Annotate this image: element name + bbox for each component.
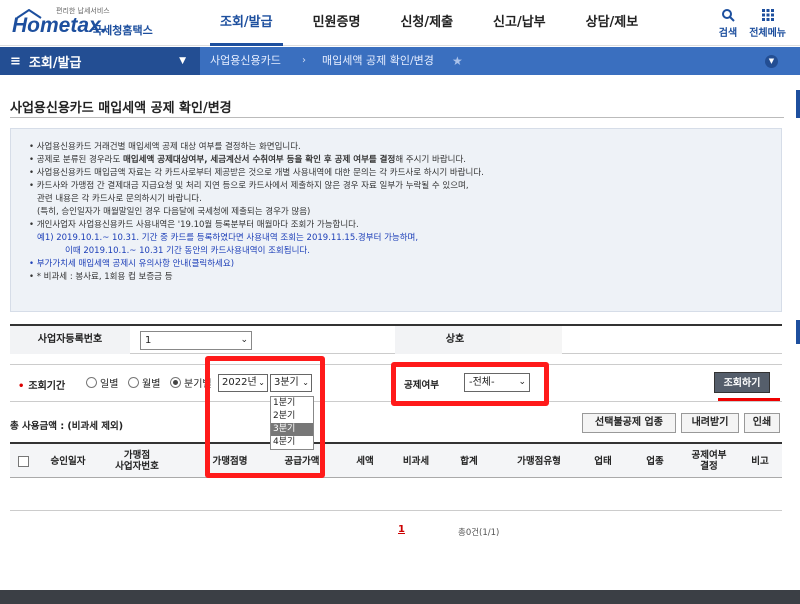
col-deduct-decision: 공제여부 결정 [691, 450, 727, 472]
notice-line: 관련 내용은 각 카드사로 문의하시기 바랍니다. [37, 194, 202, 204]
notice-emphasis: 매입세액 공제대상여부, 세금계산서 수취여부 등을 확인 후 공제 여부를 결… [123, 155, 396, 165]
total-amount-label: 총 사용금액 : (비과세 제외) [10, 421, 124, 432]
annotation-underline [718, 398, 780, 401]
search-submit-button[interactable]: 조회하기 [714, 372, 770, 393]
side-scroll-indicator [796, 90, 800, 118]
search-button[interactable]: 검색 [719, 8, 737, 39]
notice-text: • 공제로 분류된 경우라도 [29, 155, 124, 165]
favorite-star-icon[interactable]: ★ [452, 54, 463, 68]
vat-notice-link[interactable]: • 부가가치세 매입세액 공제시 유의사항 안내(클릭하세요) [29, 258, 781, 271]
nav-section-dropdown[interactable]: ≡ 조회/발급 ▼ [0, 47, 200, 75]
notice-line: • 카드사와 가맹점 간 결제대금 지급요청 및 처리 지연 등으로 카드사에서… [29, 181, 469, 191]
col-merchant-bizno: 가맹점 사업자번호 [115, 450, 159, 472]
search-label: 검색 [718, 28, 738, 39]
notice-line: • 사업용신용카드 거래건별 매입세액 공제 대상 여부를 결정하는 화면입니다… [29, 142, 301, 152]
notice-text: 해 주시기 바랍니다. [395, 155, 466, 165]
title-divider [10, 117, 784, 118]
notice-example: 예1) 2019.10.1.~ 10.31. 기간 중 카드를 등록하였다면 사… [37, 233, 419, 243]
select-nondeduct-button[interactable]: 선택불공제 업종 [582, 413, 676, 433]
hometax-logo[interactable]: 편리한 납세서비스 Hometax. 국세청홈택스 [12, 6, 162, 40]
radio-circle-checked-icon [170, 377, 181, 388]
caret-down-icon: ▼ [179, 56, 186, 66]
expand-circle-icon[interactable]: ▼ [765, 55, 778, 68]
menu-apply-submit[interactable]: 신청/제출 [380, 0, 473, 46]
hamburger-icon: ≡ [10, 53, 21, 69]
top-icons: 검색 전체메뉴 [719, 8, 786, 39]
radio-monthly-label: 월별 [142, 379, 161, 390]
main-menu: 조회/발급 민원증명 신청/제출 신고/납부 상담/제보 [200, 0, 658, 46]
company-name-value [510, 326, 562, 354]
results-table-header: 승인일자 가맹점 사업자번호 가맹점명 공급가액 세액 비과세 합계 가맹점유형… [10, 442, 782, 478]
col-tax: 세액 [356, 455, 374, 467]
period-label: • 조회기간 [18, 377, 65, 392]
col-approval-date: 승인일자 [50, 455, 86, 467]
notice-example: 이때 2019.10.1.~ 10.31 기간 동안의 카드사용내역이 조회됩니… [65, 246, 310, 256]
col-industry: 업종 [646, 455, 664, 467]
breadcrumb-current[interactable]: 매입세액 공제 확인/변경 [322, 47, 434, 75]
period-label-text: 조회기간 [28, 381, 66, 392]
menu-report-pay[interactable]: 신고/납부 [473, 0, 566, 46]
side-scroll-indicator-2 [796, 320, 800, 344]
biz-no-select[interactable]: 1 ⌄ [140, 331, 252, 350]
notice-line: • 개인사업자 사업용신용카드 사용내역은 '19.10월 등록분부터 매월마다… [29, 220, 359, 230]
menu-consult[interactable]: 상담/제보 [566, 0, 659, 46]
col-remarks: 비고 [751, 455, 769, 467]
chevron-down-icon: ⌄ [240, 335, 248, 345]
notice-line-bold: • 공제로 분류된 경우라도 매입세액 공제대상여부, 세금계산서 수취여부 등… [29, 154, 781, 167]
col-total: 합계 [460, 455, 478, 467]
page-number-current[interactable]: 1 [398, 524, 405, 535]
search-icon [721, 9, 735, 22]
menu-civil-cert[interactable]: 민원증명 [293, 0, 381, 46]
annotation-box-deduct [391, 362, 549, 406]
breadcrumb-business-card[interactable]: 사업용신용카드 [210, 47, 281, 75]
breadcrumb-separator-icon: › [302, 55, 306, 66]
annotation-box-period [205, 356, 325, 478]
logo-subtitle: 국세청홈택스 [92, 24, 153, 37]
download-button[interactable]: 내려받기 [681, 413, 739, 433]
top-header: 편리한 납세서비스 Hometax. 국세청홈택스 조회/발급 민원증명 신청/… [0, 0, 800, 46]
radio-circle-icon [128, 377, 139, 388]
notice-line: • 사업용신용카드 매입금액 자료는 각 카드사로부터 제공받은 것으로 개별 … [29, 168, 484, 178]
company-name-label: 상호 [395, 326, 515, 354]
table-empty-divider [10, 510, 782, 511]
col-merchant-type: 가맹점유형 [517, 455, 561, 467]
radio-circle-icon [86, 377, 97, 388]
radio-monthly[interactable]: 월별 [128, 375, 160, 390]
breadcrumb-bar: ≡ 조회/발급 ▼ 사업용신용카드 › 매입세액 공제 확인/변경 ★ ▼ [0, 47, 800, 75]
select-all-checkbox[interactable] [18, 456, 29, 467]
result-count: 총0건(1/1) [458, 528, 500, 538]
required-mark: • [18, 381, 25, 392]
radio-daily[interactable]: 일별 [86, 375, 118, 390]
print-button[interactable]: 인쇄 [744, 413, 780, 433]
notice-box: • 사업용신용카드 거래건별 매입세액 공제 대상 여부를 결정하는 화면입니다… [10, 128, 782, 312]
all-menu-button[interactable]: 전체메뉴 [749, 8, 786, 39]
footer-bar [0, 590, 800, 604]
nav-section-label: 조회/발급 [28, 55, 82, 71]
biz-no-label: 사업자등록번호 [10, 326, 130, 354]
notice-line: • * 비과세 : 봉사료, 1회용 컵 보증금 등 [29, 272, 173, 282]
business-info-row: 사업자등록번호 1 ⌄ 상호 [10, 324, 782, 354]
menu-inquiry-issue[interactable]: 조회/발급 [200, 0, 293, 46]
all-menu-label: 전체메뉴 [749, 28, 786, 39]
page-title: 사업용신용카드 매입세액 공제 확인/변경 [10, 101, 232, 116]
col-business-type: 업태 [594, 455, 612, 467]
radio-daily-label: 일별 [100, 379, 119, 390]
biz-no-value: 1 [145, 335, 152, 346]
grid-menu-icon [761, 9, 774, 21]
notice-line: (특히, 승인일자가 매월말일인 경우 다음달에 국세청에 제출되는 경우가 많… [37, 207, 311, 217]
col-nontax: 비과세 [402, 455, 430, 467]
